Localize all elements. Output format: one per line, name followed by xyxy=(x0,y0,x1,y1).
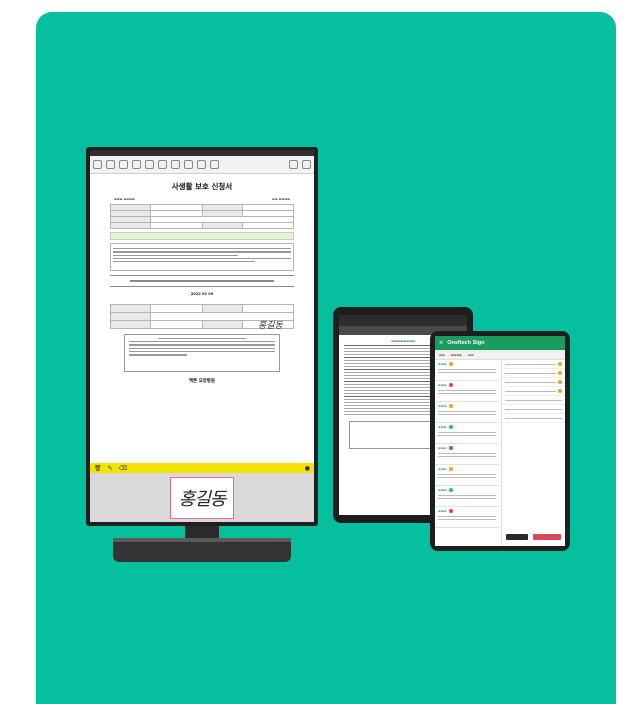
desktop-monitor: 사생활 보호 신청서 ▬▬▬ ▬▬▬▬ ▬▬ ▬▬▬▬ 2022 02 09 홍길… xyxy=(86,147,318,526)
filter-bar: ▬▬ ▬▬▬▬ ▬▬ xyxy=(435,350,565,360)
zoom-icon[interactable] xyxy=(197,160,206,169)
confirm-icon[interactable]: ● xyxy=(305,465,310,472)
tablet-top-bar xyxy=(339,315,467,326)
open-icon[interactable] xyxy=(93,160,102,169)
pen-icon[interactable] xyxy=(145,160,154,169)
complete-icon[interactable] xyxy=(302,160,311,169)
settings-icon[interactable] xyxy=(210,160,219,169)
image-icon[interactable] xyxy=(184,160,193,169)
option-checkbox-row[interactable] xyxy=(110,285,294,287)
signature-toolbar: 🗑 ✎ ⌫ ● xyxy=(90,463,314,473)
signature-text: 홍길동 xyxy=(178,489,227,510)
app-name: Onsftech Sign xyxy=(447,340,485,346)
list-item[interactable]: ▬▬▬ xyxy=(435,381,499,402)
list-item[interactable]: ▬▬▬ xyxy=(435,423,499,444)
list-item[interactable]: ▬▬▬ xyxy=(435,507,499,528)
signature-pad[interactable]: 홍길동 xyxy=(170,477,234,519)
list-item[interactable]: ▬▬▬ xyxy=(435,486,499,507)
sign-button[interactable] xyxy=(533,534,561,540)
hospital-name: 백튼 요양병원 xyxy=(189,378,215,384)
document-list: ▬▬▬ ▬▬▬ ▬▬▬ ▬▬▬ ▬▬▬ ▬▬▬ ▬▬▬ ▬▬▬ xyxy=(435,360,499,546)
list-item[interactable]: ▬▬▬ xyxy=(435,465,499,486)
tablet2-screen: ≡ Onsftech Sign ▬▬ ▬▬▬▬ ▬▬ ▬▬▬ ▬▬▬ ▬▬▬ ▬▬▬… xyxy=(435,336,565,546)
toolbar xyxy=(90,156,314,174)
reason-checklist[interactable] xyxy=(124,333,280,372)
document-title: 사생활 보호 신청서 xyxy=(171,182,233,191)
menu-icon[interactable]: ≡ xyxy=(439,340,443,346)
eraser-icon[interactable]: ⌫ xyxy=(119,465,127,472)
doc-meta: ▬▬▬ ▬▬▬▬ ▬▬ ▬▬▬▬ xyxy=(114,197,290,201)
app-header: ≡ Onsftech Sign xyxy=(435,336,565,350)
cancel-button[interactable] xyxy=(506,534,528,540)
print-icon[interactable] xyxy=(119,160,128,169)
document-page: 사생활 보호 신청서 ▬▬▬ ▬▬▬▬ ▬▬ ▬▬▬▬ 2022 02 09 홍길… xyxy=(100,176,304,462)
signature-inline: 홍길동 xyxy=(258,321,283,331)
list-item[interactable]: ▬▬▬ xyxy=(435,360,499,381)
consent-checkbox-row[interactable] xyxy=(110,275,294,277)
terms-paragraph xyxy=(110,243,294,271)
send-icon[interactable] xyxy=(289,160,298,169)
detail-panel xyxy=(501,360,565,546)
list-item[interactable]: ▬▬▬ xyxy=(435,402,499,423)
highlight-icon[interactable] xyxy=(158,160,167,169)
page-icon[interactable] xyxy=(132,160,141,169)
tablet-device-2: ≡ Onsftech Sign ▬▬ ▬▬▬▬ ▬▬ ▬▬▬ ▬▬▬ ▬▬▬ ▬▬▬… xyxy=(430,331,570,551)
monitor-screen: 사생활 보호 신청서 ▬▬▬ ▬▬▬▬ ▬▬ ▬▬▬▬ 2022 02 09 홍길… xyxy=(90,150,314,522)
patient-info-table xyxy=(109,204,295,229)
list-item[interactable]: ▬▬▬ xyxy=(435,444,499,465)
signed-date: 2022 02 09 xyxy=(190,291,214,296)
notice-bar xyxy=(110,232,294,240)
trash-icon[interactable]: 🗑 xyxy=(94,465,102,472)
save-icon[interactable] xyxy=(106,160,115,169)
pen-tool-icon[interactable]: ✎ xyxy=(108,465,113,472)
text-icon[interactable] xyxy=(171,160,180,169)
